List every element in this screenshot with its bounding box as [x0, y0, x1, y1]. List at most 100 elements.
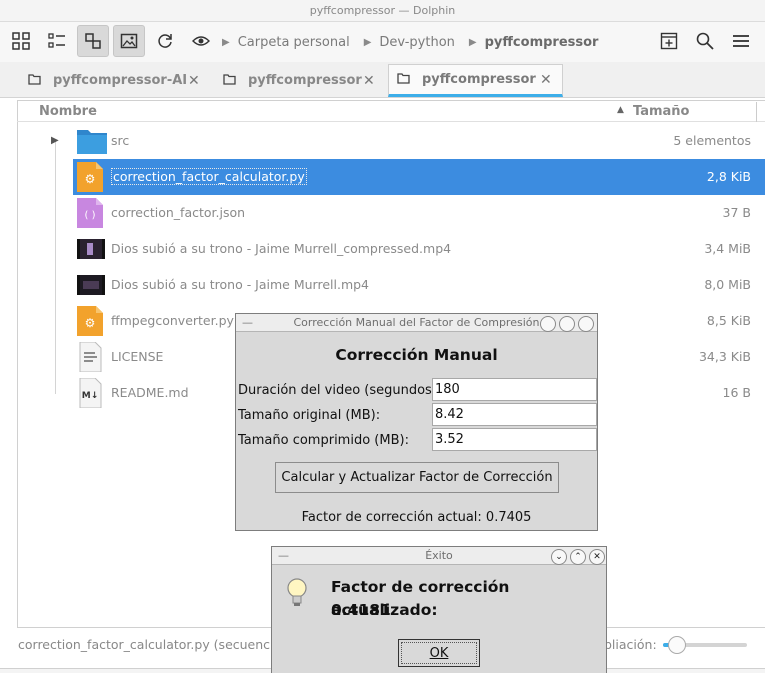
folder-icon — [397, 72, 410, 88]
duration-field[interactable] — [432, 378, 597, 401]
file-name: correction_factor_calculator.py — [111, 168, 307, 185]
dialog-title: Éxito — [425, 549, 453, 562]
toolbar: ▶ Carpeta personal ▶ Dev-python ▶ pyffco… — [0, 22, 765, 62]
list-item[interactable]: ( ) correction_factor.json 37 B — [73, 195, 765, 231]
tab-bar: pyffcompressor-AI ✕ pyffcompressor ✕ pyf… — [0, 62, 765, 98]
tab-pyffcompressor-ai[interactable]: pyffcompressor-AI ✕ — [18, 64, 213, 97]
icons-view-icon[interactable] — [5, 25, 37, 57]
eye-icon[interactable] — [185, 25, 217, 57]
window-button-icon[interactable] — [540, 316, 556, 332]
status-text: correction_factor_calculator.py (secuenc… — [18, 637, 282, 652]
json-file-icon: ( ) — [77, 198, 105, 228]
dialog-heading: Corrección Manual — [335, 346, 498, 364]
svg-text:⚙: ⚙ — [85, 316, 96, 330]
list-item-selected[interactable]: ⚙ correction_factor_calculator.py 2,8 Ki… — [73, 159, 765, 195]
file-size: 2,8 KiB — [706, 169, 751, 184]
svg-text:M↓: M↓ — [82, 391, 99, 401]
original-size-field[interactable] — [432, 403, 597, 426]
preview-icon[interactable] — [113, 25, 145, 57]
calculate-button[interactable]: Calcular y Actualizar Factor de Correcci… — [275, 462, 559, 493]
file-name: Dios subió a su trono - Jaime Murrell_co… — [111, 241, 452, 256]
ok-button[interactable]: OK — [398, 639, 480, 667]
column-header: Nombre ▲ Tamaño — [17, 102, 765, 122]
compact-view-icon[interactable] — [41, 25, 73, 57]
svg-text:( ): ( ) — [85, 210, 96, 221]
file-name: src — [111, 133, 130, 148]
close-icon[interactable]: ✕ — [188, 73, 200, 89]
window-titlebar[interactable]: pyffcompressor — Dolphin — [0, 0, 765, 22]
file-size: 16 B — [722, 385, 751, 400]
folder-icon — [77, 126, 107, 156]
close-icon[interactable]: ✕ — [363, 73, 375, 89]
file-name: README.md — [111, 385, 189, 400]
list-item[interactable]: Dios subió a su trono - Jaime Murrell_co… — [73, 231, 765, 267]
tab-label: pyffcompressor — [422, 72, 536, 87]
markdown-file-icon: M↓ — [77, 377, 105, 409]
file-name: ffmpegconverter.py — [111, 313, 234, 328]
window-button-icon[interactable] — [578, 316, 594, 332]
correction-dialog: — Corrección Manual del Factor de Compre… — [235, 313, 598, 531]
dialog-titlebar[interactable]: — Corrección Manual del Factor de Compre… — [236, 314, 597, 332]
tab-label: pyffcompressor — [248, 73, 362, 88]
chevron-up-icon[interactable]: ⌃ — [570, 549, 586, 565]
python-file-icon: ⚙ — [77, 162, 105, 192]
minimize-icon[interactable]: — — [242, 314, 253, 332]
sort-ascending-icon: ▲ — [617, 105, 624, 115]
file-name: Dios subió a su trono - Jaime Murrell.mp… — [111, 277, 370, 292]
folder-icon — [28, 73, 41, 89]
file-size: 37 B — [722, 205, 751, 220]
menu-icon[interactable] — [725, 25, 757, 57]
breadcrumb-item[interactable]: Carpeta personal — [238, 35, 350, 50]
file-name: LICENSE — [111, 349, 164, 364]
zoom-slider[interactable] — [663, 636, 747, 654]
video-thumbnail-icon — [77, 270, 105, 300]
breadcrumb-item[interactable]: Dev-python — [379, 35, 455, 50]
file-size: 5 elementos — [673, 133, 751, 148]
chevron-right-icon: ▶ — [363, 36, 372, 48]
tab-label: pyffcompressor-AI — [53, 73, 188, 88]
python-file-icon: ⚙ — [77, 306, 105, 336]
file-size: 3,4 MiB — [704, 241, 751, 256]
zoom-slider-handle[interactable] — [668, 636, 687, 654]
file-size: 34,3 KiB — [698, 349, 751, 364]
column-divider — [756, 102, 757, 122]
tab-pyffcompressor-active[interactable]: pyffcompressor ✕ — [388, 64, 563, 97]
duration-label: Duración del video (segundos): — [238, 383, 442, 398]
file-size: 8,5 KiB — [706, 313, 751, 328]
close-icon[interactable]: ✕ — [589, 549, 605, 565]
chevron-down-icon[interactable]: ⌄ — [551, 549, 567, 565]
window-title: pyffcompressor — Dolphin — [309, 4, 456, 17]
video-thumbnail-icon — [77, 234, 105, 264]
list-item[interactable]: src 5 elementos — [73, 123, 765, 159]
minimize-icon[interactable]: — — [278, 547, 289, 565]
result-text: Factor de corrección actual: 0.7405 — [301, 510, 532, 525]
lightbulb-icon — [286, 577, 308, 613]
file-name: correction_factor.json — [111, 205, 246, 220]
breadcrumb-item-current[interactable]: pyffcompressor — [485, 35, 599, 50]
dolphin-window: pyffcompressor — Dolphin ▶ Carpeta perso… — [0, 0, 765, 673]
success-value: 0.4181 — [331, 601, 391, 619]
list-item[interactable]: Dios subió a su trono - Jaime Murrell.mp… — [73, 267, 765, 303]
folder-icon — [223, 73, 236, 89]
file-size: 8,0 MiB — [704, 277, 751, 292]
expand-arrow-icon[interactable]: ▶ — [51, 135, 59, 146]
text-file-icon — [77, 341, 105, 373]
new-tab-icon[interactable] — [653, 25, 685, 57]
original-size-label: Tamaño original (MB): — [238, 408, 381, 423]
dialog-title: Corrección Manual del Factor de Compresi… — [293, 316, 540, 329]
tab-pyffcompressor[interactable]: pyffcompressor ✕ — [213, 64, 389, 97]
window-button-icon[interactable] — [559, 316, 575, 332]
split-view-icon[interactable] — [77, 25, 109, 57]
column-size-header[interactable]: Tamaño — [633, 104, 689, 119]
column-name-header[interactable]: Nombre — [39, 104, 97, 119]
close-icon[interactable]: ✕ — [540, 72, 552, 88]
search-icon[interactable] — [689, 25, 721, 57]
svg-text:⚙: ⚙ — [85, 172, 96, 186]
tree-line — [55, 141, 56, 394]
compressed-size-field[interactable] — [432, 428, 597, 451]
success-dialog: — Éxito ⌄ ⌃ ✕ Factor de corrección actua… — [271, 546, 607, 673]
dialog-titlebar[interactable]: — Éxito ⌄ ⌃ ✕ — [272, 547, 606, 565]
reload-icon[interactable] — [149, 25, 181, 57]
chevron-right-icon: ▶ — [222, 36, 230, 48]
chevron-right-icon: ▶ — [468, 36, 477, 48]
